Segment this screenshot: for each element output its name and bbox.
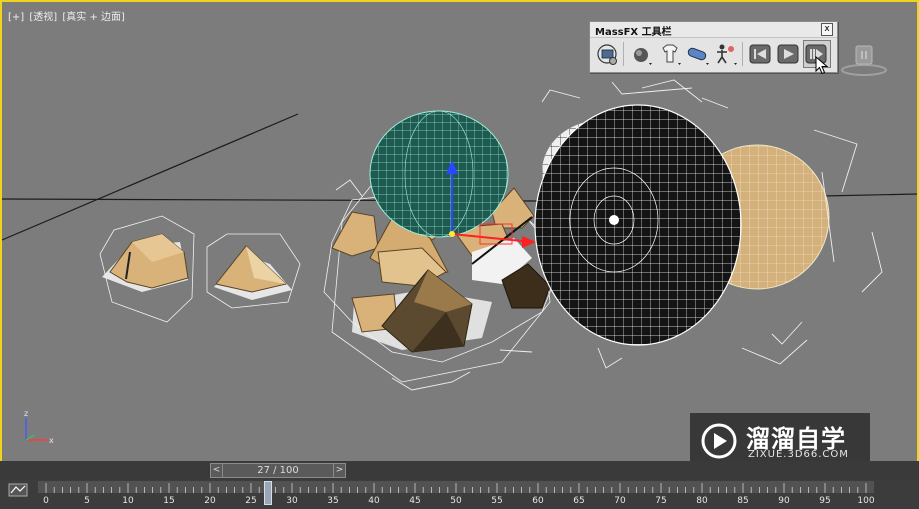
- ruler-tick-label: 30: [286, 496, 298, 506]
- ruler-tick-label: 10: [122, 496, 134, 506]
- watermark-subtitle: ZIXUE.3D66.COM: [748, 449, 849, 460]
- ruler-tick-label: 65: [573, 496, 584, 506]
- massfx-toolbar[interactable]: MassFX 工具栏 x: [589, 21, 838, 73]
- perspective-viewport[interactable]: [+] [透视] [真实 + 边面] MassFX 工具栏 x z x 溜溜自学…: [0, 0, 919, 463]
- frame-ruler[interactable]: 0 5 10 15 20 25 30 35 40 45 50 55 60 65 70 75 80 85 90 95 10…: [38, 481, 874, 509]
- close-button[interactable]: x: [821, 23, 833, 36]
- ragdoll-icon: [717, 44, 737, 65]
- globe-gear-icon: [597, 44, 617, 65]
- ruler-tick-label: 70: [614, 496, 626, 506]
- grid-line: [821, 193, 917, 197]
- ruler-tick-label: 40: [368, 496, 380, 506]
- ruler-tick-label: 20: [204, 496, 216, 506]
- playhead[interactable]: [264, 481, 273, 505]
- massfx-title-bar[interactable]: MassFX 工具栏 x: [590, 22, 837, 38]
- play-simulation-button[interactable]: [775, 40, 803, 68]
- ruler-tick-label: 50: [450, 496, 462, 506]
- ruler-tick-label: 95: [819, 496, 830, 506]
- ruler-tick-label: 45: [409, 496, 420, 506]
- time-slider[interactable]: < 27 / 100 >: [0, 461, 919, 479]
- rock-object: [99, 215, 195, 323]
- ruler-tick-label: 100: [857, 496, 874, 506]
- track-bar[interactable]: 0 5 10 15 20 25 30 35 40 45 50 55 60 65 70 75 80 85 90 95 10…: [0, 479, 919, 509]
- rock-object: [206, 233, 301, 309]
- curve-editor-icon[interactable]: [8, 483, 28, 497]
- shirt-icon: [662, 44, 681, 65]
- reset-simulation-button[interactable]: [747, 40, 775, 68]
- axis-x-label: x: [49, 436, 54, 445]
- ruler-tick-label: 15: [163, 496, 174, 506]
- axis-tripod-icon: z x: [24, 409, 54, 445]
- ruler-tick-label: 85: [737, 496, 748, 506]
- ruler-tick-label: 80: [696, 496, 708, 506]
- watermark: 溜溜自学 ZIXUE.3D66.COM: [690, 413, 870, 461]
- sphere-icon: [634, 48, 652, 65]
- next-frame-button[interactable]: >: [333, 463, 346, 478]
- play-logo-icon: [701, 423, 737, 459]
- constraint-button[interactable]: [684, 40, 712, 68]
- rewind-icon: [749, 44, 771, 64]
- ruler-tick-label: 25: [245, 496, 256, 506]
- ruler-tick-label: 0: [43, 496, 49, 506]
- rigid-body-button[interactable]: [628, 40, 656, 68]
- frame-display[interactable]: 27 / 100: [222, 463, 334, 478]
- axis-z-label: z: [24, 409, 28, 418]
- ruler-tick-label: 75: [655, 496, 666, 506]
- world-settings-button[interactable]: [594, 40, 622, 68]
- mouse-cursor-icon: [815, 56, 829, 75]
- ruler-tick-label: 60: [532, 496, 544, 506]
- grid-line: [2, 113, 299, 241]
- mcloth-button[interactable]: [656, 40, 684, 68]
- play-icon: [777, 44, 799, 64]
- ruler-tick-label: 35: [327, 496, 338, 506]
- ragdoll-button[interactable]: [712, 40, 740, 68]
- ruler-tick-label: 55: [491, 496, 502, 506]
- massfx-title: MassFX 工具栏: [595, 27, 672, 38]
- ruler-tick-label: 5: [84, 496, 90, 506]
- viewcube-icon[interactable]: [840, 42, 888, 76]
- ruler-tick-label: 90: [778, 496, 790, 506]
- capsule-icon: [687, 47, 709, 65]
